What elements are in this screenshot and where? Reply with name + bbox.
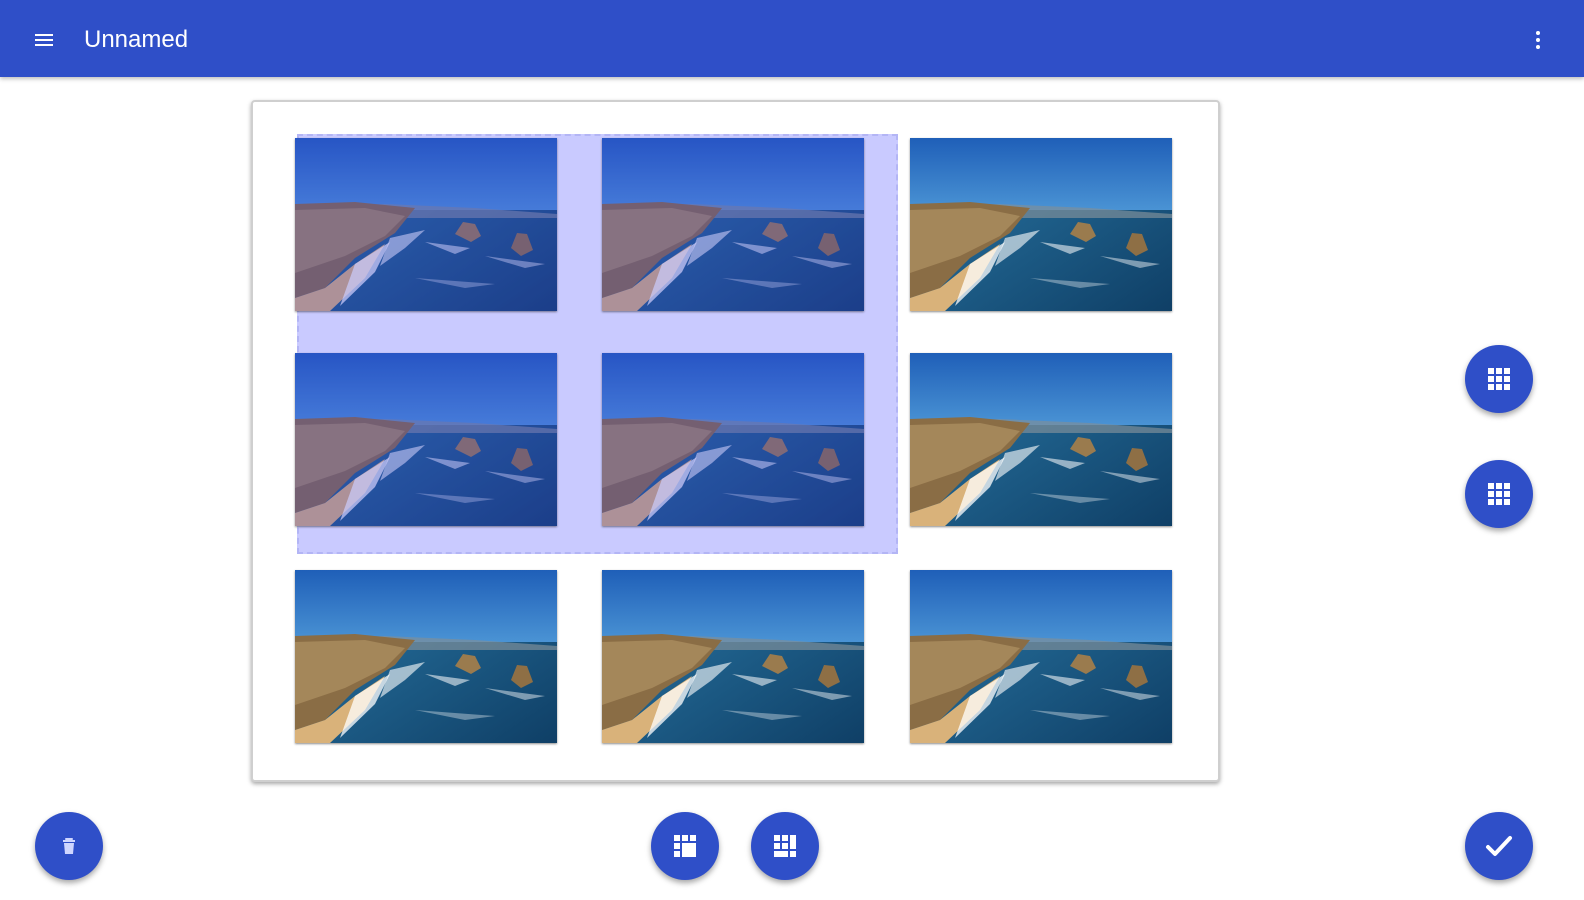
- hamburger-menu-icon: [35, 34, 53, 46]
- check-icon: [1486, 836, 1512, 856]
- landscape-photo: [602, 353, 864, 526]
- photo-cell-4[interactable]: [295, 353, 557, 526]
- more-vert-icon: [1536, 31, 1540, 49]
- delete-button[interactable]: [35, 812, 103, 880]
- photo-cell-1[interactable]: [295, 138, 557, 311]
- landscape-photo: [910, 570, 1172, 743]
- photo-cell-3[interactable]: [910, 138, 1172, 311]
- side-grid-button-top[interactable]: [1465, 345, 1533, 413]
- landscape-photo: [602, 570, 864, 743]
- page-title: Unnamed: [84, 26, 189, 53]
- landscape-photo: [295, 138, 557, 311]
- photo-cell-7[interactable]: [295, 570, 557, 743]
- confirm-button[interactable]: [1465, 812, 1533, 880]
- photo-cell-9[interactable]: [910, 570, 1172, 743]
- photo-cell-5[interactable]: [602, 353, 864, 526]
- landscape-photo: [602, 138, 864, 311]
- side-grid-button-bottom[interactable]: [1465, 460, 1533, 528]
- landscape-photo: [295, 570, 557, 743]
- photo-cell-2[interactable]: [602, 138, 864, 311]
- menu-button[interactable]: [26, 22, 62, 58]
- grid-split-icon: [774, 835, 796, 857]
- photo-cell-6[interactable]: [910, 353, 1172, 526]
- landscape-photo: [910, 353, 1172, 526]
- photo-cell-8[interactable]: [602, 570, 864, 743]
- app-bar: Unnamed: [0, 0, 1584, 77]
- grid-merge-icon: [674, 835, 696, 857]
- split-cells-button[interactable]: [751, 812, 819, 880]
- overflow-menu-button[interactable]: [1520, 22, 1556, 58]
- landscape-photo: [910, 138, 1172, 311]
- grid-3x3-icon: [1488, 368, 1510, 390]
- grid-3x3-icon: [1488, 483, 1510, 505]
- merge-cells-button[interactable]: [651, 812, 719, 880]
- landscape-photo: [295, 353, 557, 526]
- delete-icon: [63, 838, 75, 854]
